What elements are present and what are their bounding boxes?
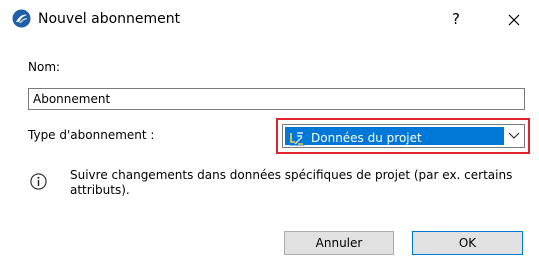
archicad-icon [12,9,31,28]
name-label: Nom: [28,60,61,74]
close-icon [508,14,520,25]
subscription-type-dropdown[interactable]: Données du projet [282,124,525,148]
subscription-type-label: Type d'abonnement : [28,128,155,142]
selected-option: Données du projet [285,127,504,146]
selected-option-label: Données du projet [311,131,422,145]
help-button[interactable]: ? [443,6,469,32]
info-icon [30,173,47,190]
new-subscription-dialog: Nouvel abonnement ? Nom: Type d'abonneme… [0,0,539,270]
name-input[interactable] [28,88,525,110]
dialog-title: Nouvel abonnement [38,11,181,27]
close-button[interactable] [499,6,529,32]
chevron-down-icon [508,132,520,139]
ok-button[interactable]: OK [412,231,523,255]
cancel-button[interactable]: Annuler [284,231,394,255]
project-data-icon [289,130,305,146]
title-bar: Nouvel abonnement ? [0,0,539,38]
info-description: Suivre changements dans données spécifiq… [70,168,513,197]
